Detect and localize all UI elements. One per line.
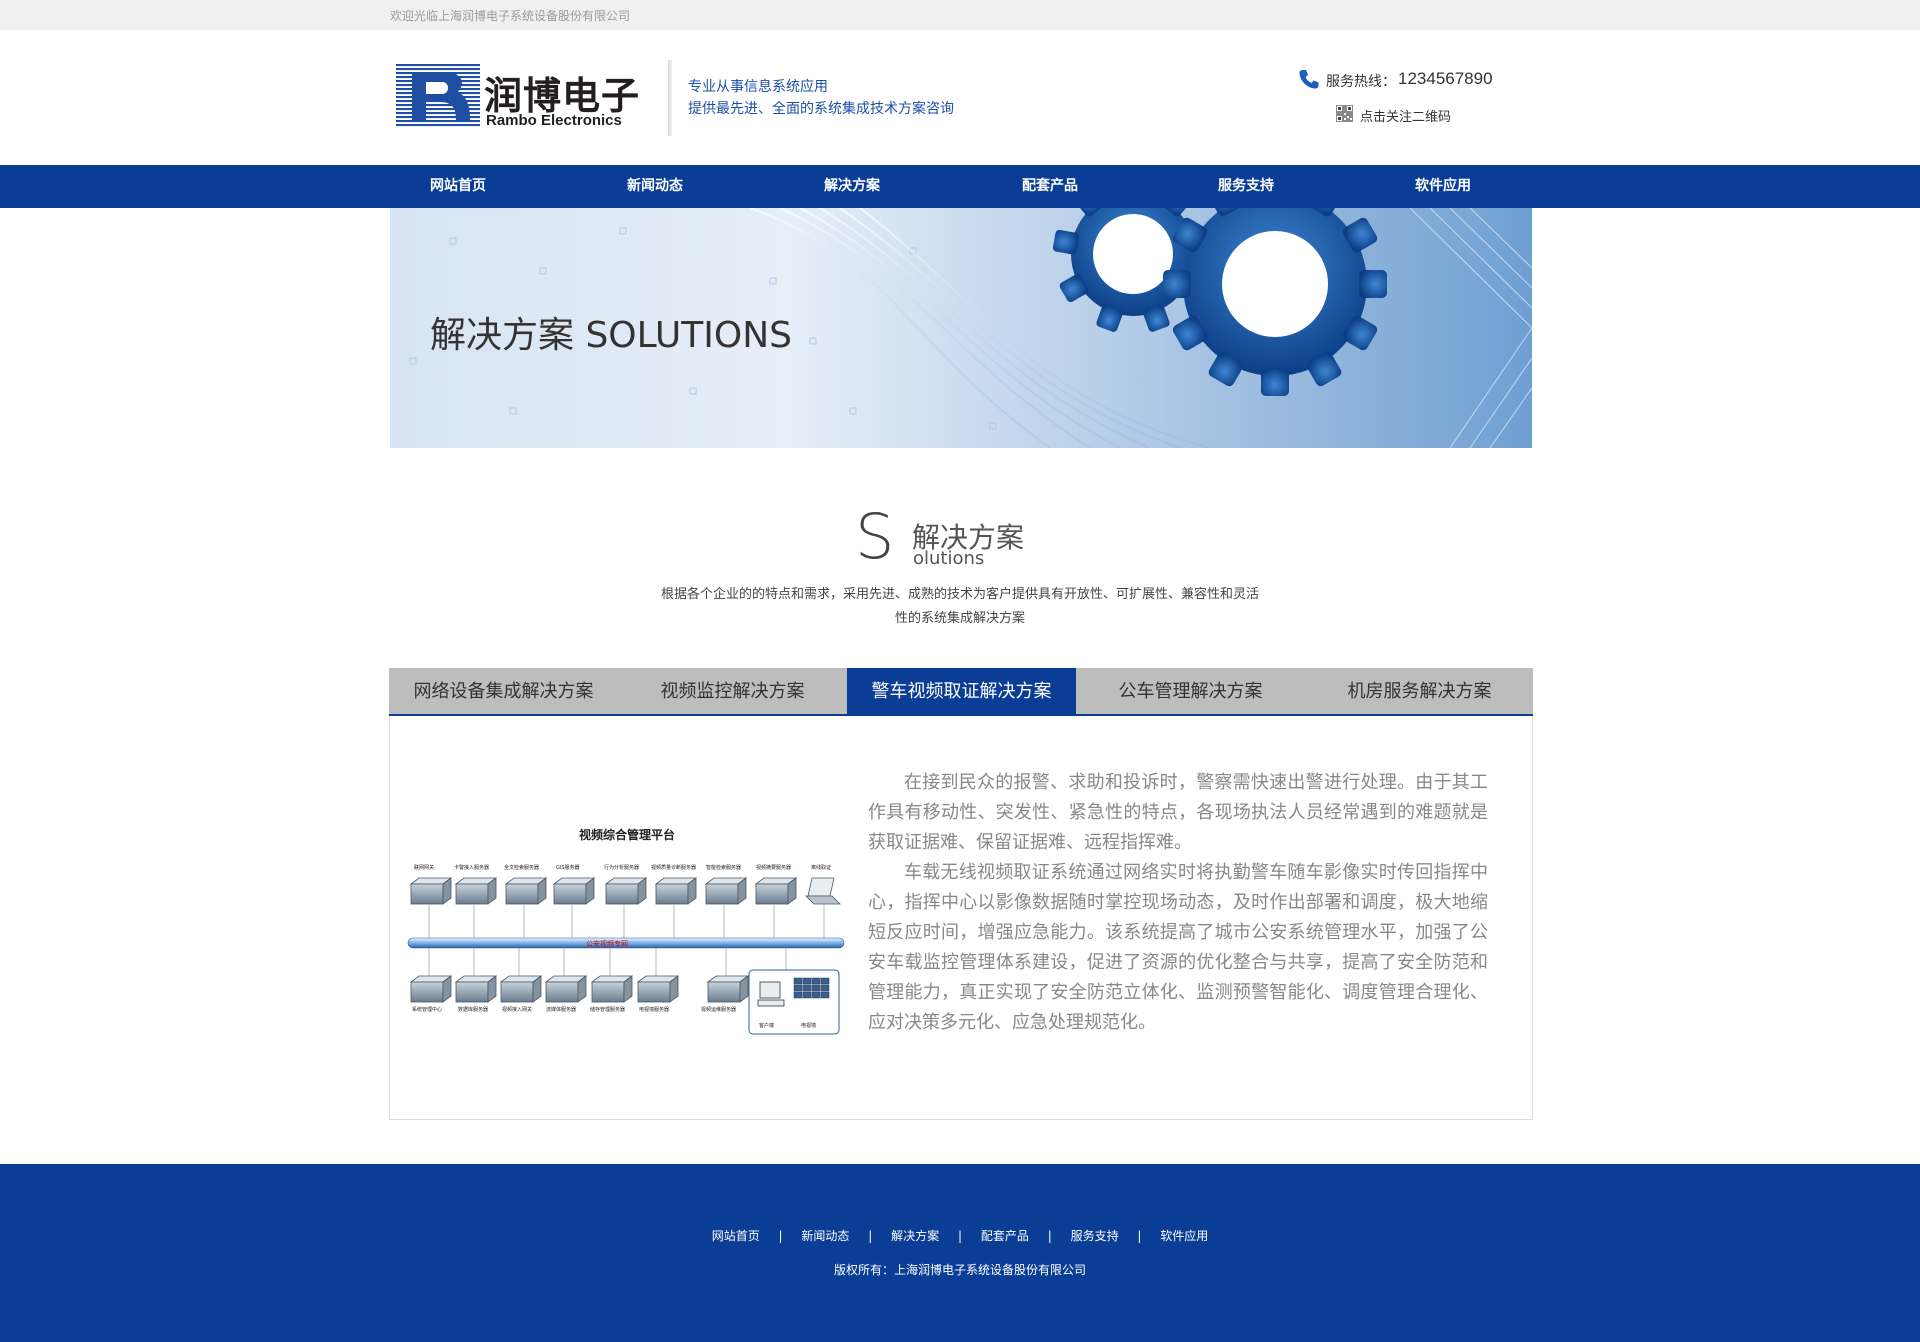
footer-link-products[interactable]: 配套产品 [981, 1227, 1029, 1244]
tab-content-panel: 视频综合管理平台 公安视频专网 联网网关 卡警接入服务器 全文检索服务器 GIS… [389, 716, 1533, 1120]
diagram-bottom-label: 数据库服务器 [458, 1007, 489, 1013]
top-welcome-bar: 欢迎光临上海润博电子系统设备股份有限公司 [0, 0, 1920, 30]
diagram-bottom-label: 流媒体服务器 [546, 1007, 577, 1013]
diagram-bottom-label: 视频接入网关 [502, 1007, 533, 1013]
system-architecture-diagram: 视频综合管理平台 公安视频专网 联网网关 卡警接入服务器 全文检索服务器 GIS… [406, 826, 848, 1051]
header-divider [668, 60, 672, 136]
section-description: 根据各个企业的的特点和需求，采用先进、成熟的技术为客户提供具有开放性、可扩展性、… [660, 587, 1259, 626]
tab-network-integration[interactable]: 网络设备集成解决方案 [389, 668, 618, 714]
hotline-label: 服务热线： [1326, 74, 1396, 90]
diagram-bottom-label: 电视墙服务器 [639, 1007, 670, 1013]
banner-title: 解决方案 SOLUTIONS [430, 315, 792, 356]
footer-links: 网站首页 | 新闻动态 | 解决方案 | 配套产品 | 服务支持 | 软件应用 [0, 1227, 1920, 1244]
nav-item-support[interactable]: 服务支持 [1218, 165, 1378, 208]
diagram-top-label: 离线取证 [811, 865, 832, 871]
diagram-top-label: 视频摘要服务器 [756, 865, 792, 871]
footer-separator: | [957, 1229, 963, 1243]
footer-link-home[interactable]: 网站首页 [712, 1227, 760, 1244]
nav-item-news[interactable]: 新闻动态 [627, 165, 787, 208]
footer-link-news[interactable]: 新闻动态 [801, 1227, 849, 1244]
diagram-top-label: 行为分析服务器 [604, 865, 640, 871]
diagram-bottom-label: 电视墙 [801, 1023, 817, 1029]
section-heading-initial: S [855, 500, 895, 573]
qr-code-icon [1336, 105, 1353, 122]
footer-separator: | [868, 1229, 873, 1243]
tab-video-surveillance[interactable]: 视频监控解决方案 [618, 668, 847, 714]
footer-link-software[interactable]: 软件应用 [1160, 1227, 1208, 1244]
network-label: 公安视频专网 [586, 940, 628, 948]
diagram-bottom-label: 视频运维服务器 [701, 1007, 737, 1013]
footer-copyright: 版权所有：上海润博电子系统设备股份有限公司 [833, 1263, 1086, 1277]
solution-description: 在接到民众的报警、求助和投诉时，警察需快速出警进行处理。由于其工作具有移动性、突… [868, 768, 1488, 1038]
footer-link-support[interactable]: 服务支持 [1071, 1227, 1119, 1244]
paragraph: 在接到民众的报警、求助和投诉时，警察需快速出警进行处理。由于其工作具有移动性、突… [868, 772, 1488, 853]
paragraph: 车载无线视频取证系统通过网络实时将执勤警车随车影像实时传回指挥中心，指挥中心以影… [868, 862, 1488, 1033]
diagram-top-label: 视频质量诊断服务器 [651, 865, 697, 871]
tab-official-vehicle-management[interactable]: 公车管理解决方案 [1076, 668, 1305, 714]
diagram-bottom-label: 客户端 [759, 1023, 775, 1029]
nav-item-software[interactable]: 软件应用 [1415, 165, 1575, 208]
welcome-text: 欢迎光临上海润博电子系统设备股份有限公司 [390, 9, 631, 23]
logo-english-name: Rambo Electronics [486, 112, 622, 129]
tab-server-room-service[interactable]: 机房服务解决方案 [1305, 668, 1534, 714]
footer-link-solutions[interactable]: 解决方案 [891, 1227, 939, 1244]
company-logo[interactable]: 润博电子 Rambo Electronics [396, 64, 650, 132]
logo-r-mark-icon [396, 64, 480, 128]
diagram-bottom-label: 系统管理中心 [412, 1007, 443, 1013]
phone-icon [1299, 70, 1319, 89]
slogan-line-2: 提供最先进、全面的系统集成技术方案咨询 [688, 101, 954, 117]
section-heading: S 解决方案 olutions [855, 506, 1055, 574]
tab-police-vehicle-video[interactable]: 警车视频取证解决方案 [847, 668, 1076, 714]
footer-separator: | [1137, 1229, 1142, 1243]
slogan-line-1: 专业从事信息系统应用 [688, 79, 828, 95]
diagram-top-label: 智能检索服务器 [706, 865, 742, 871]
solution-tabs: 网络设备集成解决方案 视频监控解决方案 警车视频取证解决方案 公车管理解决方案 … [389, 668, 1533, 716]
nav-item-solutions[interactable]: 解决方案 [824, 165, 984, 208]
footer-separator: | [778, 1229, 783, 1243]
section-title-en: olutions [913, 548, 985, 569]
diagram-top-label: 卡警接入服务器 [454, 865, 490, 871]
nav-item-products[interactable]: 配套产品 [1022, 165, 1182, 208]
solutions-banner: 解决方案 SOLUTIONS [390, 208, 1532, 448]
site-footer: 网站首页 | 新闻动态 | 解决方案 | 配套产品 | 服务支持 | 软件应用 … [0, 1164, 1920, 1342]
diagram-top-label: GIS服务器 [556, 865, 580, 871]
diagram-bottom-label: 储存管理服务器 [590, 1007, 626, 1013]
main-navigation: 网站首页 新闻动态 解决方案 配套产品 服务支持 软件应用 [0, 165, 1920, 208]
diagram-top-label: 联网网关 [414, 865, 435, 871]
hotline-number: 1234567890 [1398, 69, 1493, 88]
nav-item-home[interactable]: 网站首页 [430, 165, 590, 208]
company-slogan: 专业从事信息系统应用 提供最先进、全面的系统集成技术方案咨询 [688, 76, 954, 120]
footer-separator: | [1047, 1229, 1052, 1243]
qr-code-label: 点击关注二维码 [1360, 110, 1452, 125]
page: 欢迎光临上海润博电子系统设备股份有限公司 润博电子 Rambo Electron… [0, 0, 1920, 1342]
diagram-top-label: 全文检索服务器 [504, 865, 540, 871]
